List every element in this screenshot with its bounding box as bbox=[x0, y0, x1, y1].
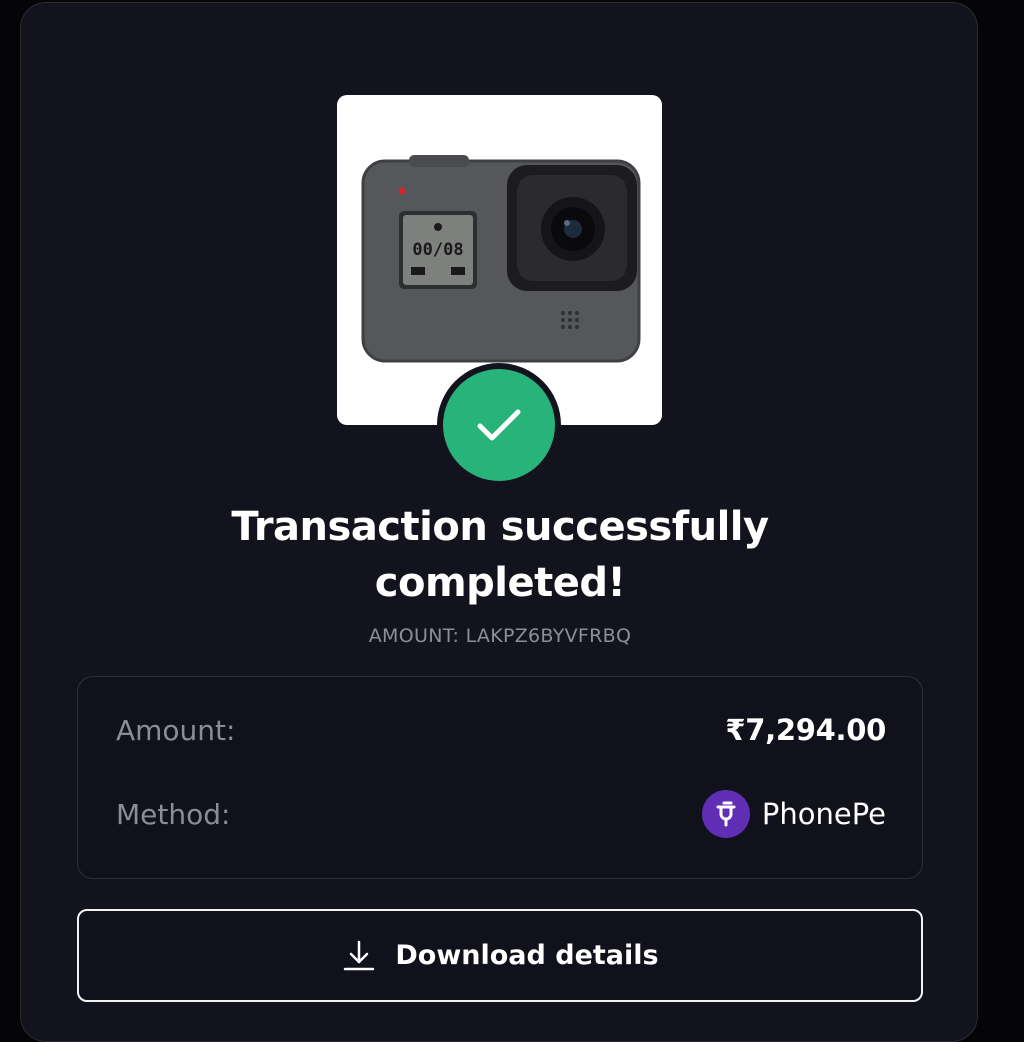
transaction-card: 00/08 Transaction successfully completed… bbox=[20, 2, 978, 1042]
method-label: Method: bbox=[116, 797, 231, 831]
phonepe-logo bbox=[701, 790, 750, 838]
camera-screen-text: 00/08 bbox=[412, 240, 463, 260]
download-label: Download details bbox=[395, 940, 659, 971]
page-title: Transaction successfully completed! bbox=[21, 499, 979, 611]
method-name: PhonePe bbox=[761, 797, 886, 831]
transaction-details: Amount: ₹7,294.00 Method: PhonePe bbox=[77, 676, 923, 879]
method-row: Method: PhonePe bbox=[116, 789, 886, 839]
checkmark-icon bbox=[477, 409, 521, 441]
transaction-reference: AMOUNT: LAKPZ6BYVFRBQ bbox=[368, 625, 632, 647]
amount-label: Amount: bbox=[116, 713, 236, 747]
amount-value: ₹7,294.00 bbox=[725, 713, 886, 747]
success-circle bbox=[443, 369, 555, 481]
success-badge bbox=[437, 363, 561, 487]
download-icon bbox=[344, 940, 375, 970]
title-line-1: Transaction successfully bbox=[231, 504, 769, 550]
title-line-2: completed! bbox=[374, 560, 626, 606]
amount-row: Amount: ₹7,294.00 bbox=[116, 707, 886, 753]
method-value: PhonePe bbox=[701, 790, 886, 838]
phonepe-glyph-icon bbox=[716, 801, 736, 827]
download-details-button[interactable]: Download details bbox=[77, 909, 923, 1002]
